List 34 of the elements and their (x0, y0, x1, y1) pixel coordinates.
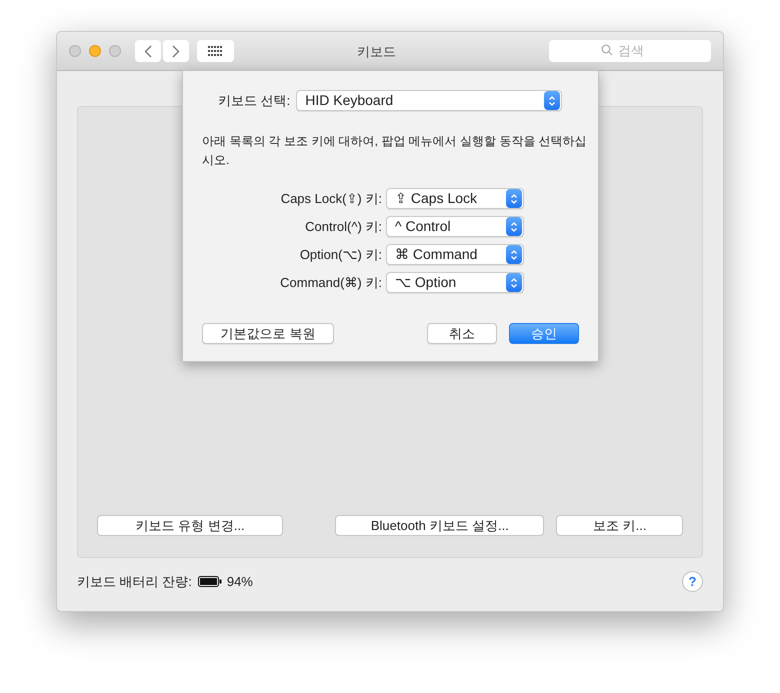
battery-icon (198, 576, 222, 587)
modifier-label: Caps Lock(⇪) 키: (280, 190, 382, 208)
keyboard-select-label: 키보드 선택: (218, 92, 290, 110)
search-icon (601, 44, 613, 56)
battery-label: 키보드 배터리 잔량: (77, 572, 192, 591)
modifier-popup[interactable]: ⇪ Caps Lock (386, 188, 524, 209)
modifier-popup[interactable]: ^ Control (386, 216, 524, 237)
instruction-text: 아래 목록의 각 보조 키에 대하여, 팝업 메뉴에서 실행할 동작을 선택하십시오. (202, 133, 587, 169)
modifier-popup[interactable]: ⌘ Command (386, 244, 524, 265)
modifier-label: Command(⌘) 키: (279, 274, 382, 292)
forward-button[interactable] (163, 40, 189, 62)
panel-button[interactable]: 보조 키... (556, 515, 683, 536)
stepper-icon (544, 91, 560, 110)
keyboard-select-popup[interactable]: HID Keyboard (296, 90, 562, 111)
dialog-button[interactable]: 기본값으로 복원 (202, 323, 334, 344)
grid-icon (208, 46, 223, 56)
battery-level: 94% (226, 572, 253, 591)
modifier-label: Option(⌥) 키: (298, 246, 382, 264)
forward-icon (172, 44, 180, 58)
help-button[interactable]: ? (682, 571, 703, 592)
stepper-icon (506, 189, 522, 208)
window-title: 키보드 (357, 43, 396, 61)
search-field[interactable]: 검색 (549, 40, 711, 62)
stepper-icon (506, 273, 522, 292)
show-all-button[interactable] (197, 40, 234, 62)
stepper-icon (506, 217, 522, 236)
back-icon (144, 44, 152, 58)
dialog-button[interactable]: 취소 (427, 323, 497, 344)
stepper-icon (506, 245, 522, 264)
modifier-popup[interactable]: ⌥ Option (386, 272, 524, 293)
modifier-label: Control(^) 키: (304, 218, 382, 236)
panel-button[interactable]: 키보드 유형 변경... (97, 515, 284, 536)
back-button[interactable] (135, 40, 161, 62)
panel-button[interactable]: Bluetooth 키보드 설정... (335, 515, 544, 536)
